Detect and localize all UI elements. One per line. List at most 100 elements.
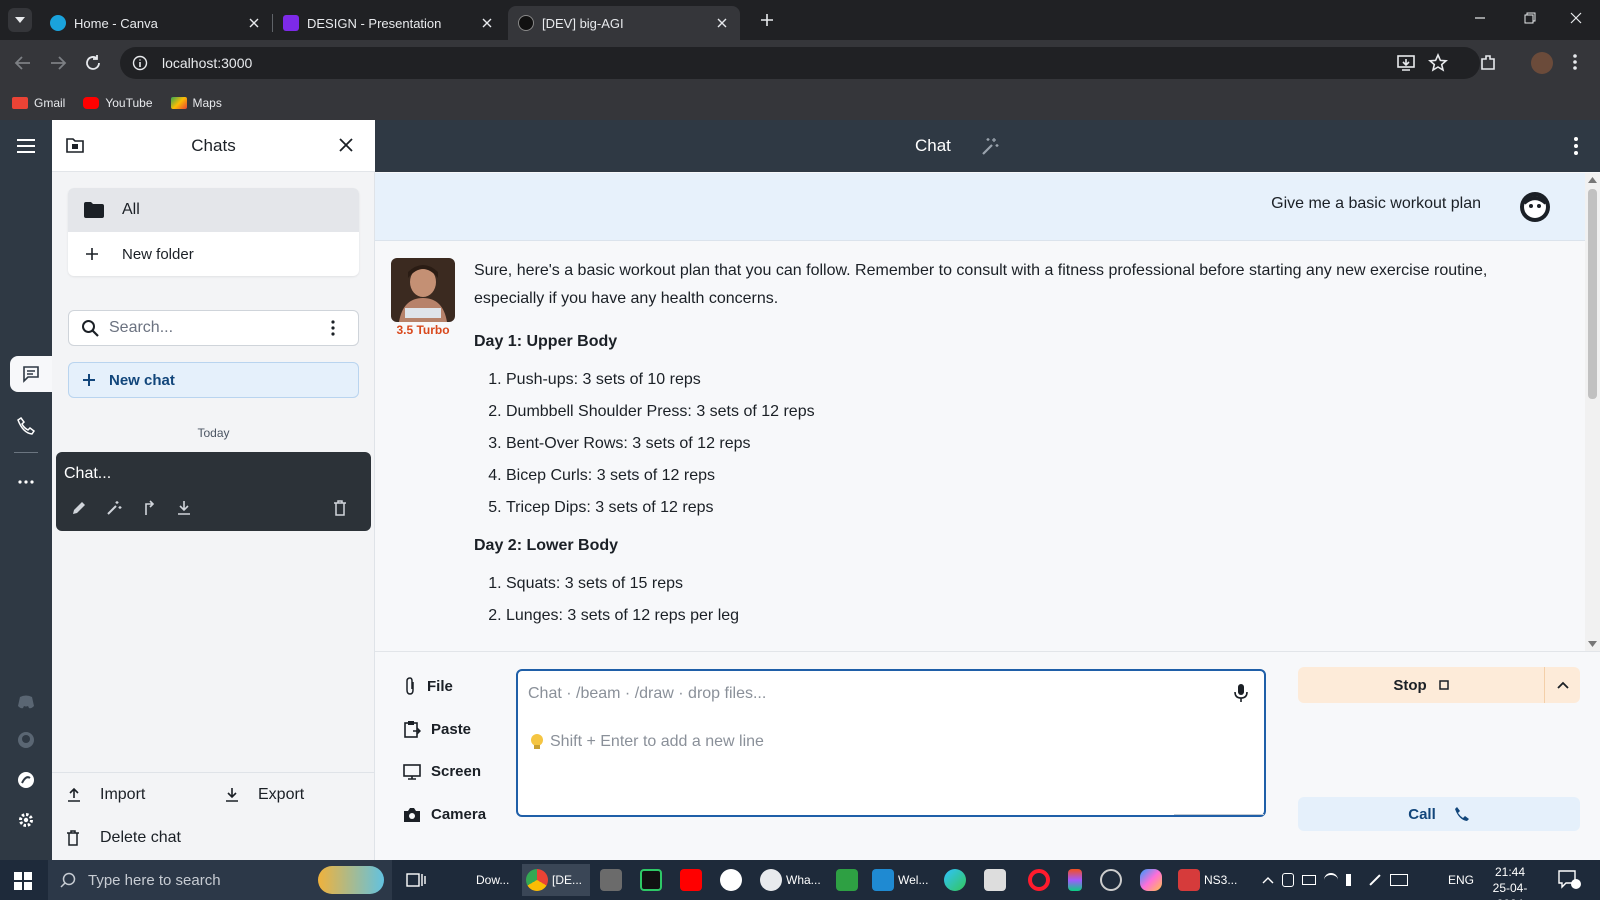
taskbar-app-ns3[interactable]: NS3... <box>1178 868 1237 892</box>
tab-design[interactable]: DESIGN - Presentation <box>273 6 505 40</box>
taskbar-app-cc[interactable] <box>600 868 622 892</box>
taskbar-app-u[interactable] <box>720 868 742 892</box>
taskbar-search[interactable]: Type here to search <box>48 860 392 900</box>
taskbar-app-whatsapp[interactable]: Wha... <box>760 868 821 892</box>
taskbar-app-copilot[interactable] <box>1140 868 1162 892</box>
delete-chat-item-button[interactable] <box>330 498 350 518</box>
new-chat-button[interactable]: New chat <box>68 362 359 398</box>
tab-canva[interactable]: Home - Canva <box>40 6 272 40</box>
taskbar-app-m[interactable] <box>984 868 1006 892</box>
taskbar-app-youtube[interactable] <box>680 868 702 892</box>
new-folder-button[interactable]: New folder <box>68 232 359 276</box>
chat-list-item[interactable]: Chat... <box>56 452 371 531</box>
restore-button[interactable] <box>1524 12 1544 28</box>
install-app-button[interactable] <box>1396 53 1416 73</box>
branch-chat-button[interactable] <box>140 498 160 518</box>
phone-icon <box>17 417 35 435</box>
tray-battery-icon[interactable] <box>1302 875 1316 885</box>
chat-scrollbar[interactable] <box>1585 173 1600 651</box>
tray-volume-icon[interactable] <box>1346 874 1360 886</box>
reload-button[interactable] <box>84 54 102 72</box>
bookmark-gmail[interactable]: Gmail <box>12 96 65 110</box>
paste-button[interactable]: Paste <box>403 720 471 738</box>
auto-title-button[interactable] <box>104 498 124 518</box>
auto-title-button[interactable] <box>980 136 1000 156</box>
rename-chat-button[interactable] <box>69 498 89 518</box>
tab-search-button[interactable] <box>8 8 32 32</box>
file-label: File <box>427 677 453 695</box>
screen-label: Screen <box>431 763 482 780</box>
bookmark-maps[interactable]: Maps <box>170 96 222 110</box>
notifications-button[interactable] <box>1558 870 1582 890</box>
bookmark-star-button[interactable] <box>1428 53 1448 73</box>
bookmark-youtube[interactable]: YouTube <box>83 96 153 110</box>
nav-chat-button[interactable] <box>10 356 52 392</box>
nav-more-button[interactable] <box>8 464 44 500</box>
attach-file-button[interactable]: File <box>403 677 453 695</box>
chat-input[interactable] <box>528 679 1208 709</box>
microphone-button[interactable] <box>1234 683 1248 703</box>
user-message: Give me a basic workout plan <box>375 173 1585 241</box>
taskbar-app-figma[interactable] <box>1068 868 1082 892</box>
taskbar-app-h[interactable] <box>640 868 662 892</box>
folder-all[interactable]: All <box>68 188 359 232</box>
close-icon[interactable] <box>479 15 495 31</box>
new-tab-button[interactable] <box>757 10 777 30</box>
import-button[interactable]: Import <box>66 786 145 804</box>
nav-call-button[interactable] <box>8 408 44 444</box>
search-input[interactable] <box>109 319 309 337</box>
chat-bubble-icon <box>23 366 39 383</box>
site-info-icon[interactable] <box>132 55 148 71</box>
taskbar-clock[interactable]: 21:44 25-04-2024 <box>1480 864 1540 900</box>
task-view-button[interactable] <box>406 868 426 892</box>
minimize-button[interactable] <box>1474 12 1494 28</box>
close-drawer-button[interactable] <box>339 138 353 152</box>
chat-menu-button[interactable] <box>1573 136 1579 156</box>
tray-webcam-icon[interactable] <box>1282 873 1294 887</box>
camera-button[interactable]: Camera <box>403 806 486 823</box>
download-chat-button[interactable] <box>174 498 194 518</box>
export-button[interactable]: Export <box>224 786 304 804</box>
taskbar-app-w[interactable] <box>836 868 858 892</box>
tray-pen-icon[interactable] <box>1369 874 1381 886</box>
delete-chat-button[interactable]: Delete chat <box>66 829 181 847</box>
taskbar-app-vscode[interactable]: Wel... <box>872 868 928 892</box>
user-message-text: Give me a basic workout plan <box>1271 195 1481 212</box>
forward-button[interactable] <box>49 54 67 72</box>
taskbar-app-downloads[interactable]: Dow... <box>476 868 509 892</box>
support-link[interactable] <box>8 762 44 798</box>
tray-wifi-icon[interactable] <box>1324 873 1338 887</box>
extensions-button[interactable] <box>1478 53 1498 73</box>
chevron-up-icon[interactable] <box>1262 876 1274 884</box>
taskbar-app-edge[interactable] <box>944 868 966 892</box>
close-icon[interactable] <box>714 15 730 31</box>
tray-keyboard-icon[interactable] <box>1390 874 1408 886</box>
scroll-up-icon[interactable] <box>1588 177 1597 183</box>
back-button[interactable] <box>14 54 32 72</box>
search-options-button[interactable] <box>331 320 335 336</box>
close-icon[interactable] <box>246 15 262 31</box>
start-button[interactable] <box>14 872 32 890</box>
browser-menu-button[interactable] <box>1572 52 1578 72</box>
taskbar-app-chrome[interactable]: [DE... <box>522 864 590 896</box>
taskbar-app-obs[interactable] <box>1100 868 1122 892</box>
model-label: 3.5 Turbo <box>396 323 450 337</box>
folder-all-label: All <box>122 201 140 218</box>
input-language[interactable]: ENG <box>1448 873 1474 887</box>
close-window-button[interactable] <box>1570 12 1590 28</box>
call-button[interactable]: Call <box>1298 797 1580 831</box>
settings-button[interactable] <box>8 802 44 838</box>
discord-link[interactable] <box>8 684 44 720</box>
stop-button[interactable]: Stop <box>1298 667 1544 703</box>
screen-capture-button[interactable]: Screen <box>403 763 481 780</box>
scroll-thumb[interactable] <box>1588 189 1597 399</box>
github-link[interactable] <box>8 722 44 758</box>
profile-avatar[interactable] <box>1531 52 1553 74</box>
m-app-icon <box>984 869 1006 891</box>
scroll-down-icon[interactable] <box>1588 641 1597 647</box>
send-options-button[interactable] <box>1544 667 1580 703</box>
taskbar-app-opera[interactable] <box>1028 868 1050 892</box>
menu-button[interactable] <box>8 128 44 164</box>
url-field[interactable]: localhost:3000 <box>120 47 1480 79</box>
tab-big-agi[interactable]: [DEV] big-AGI <box>508 6 740 40</box>
